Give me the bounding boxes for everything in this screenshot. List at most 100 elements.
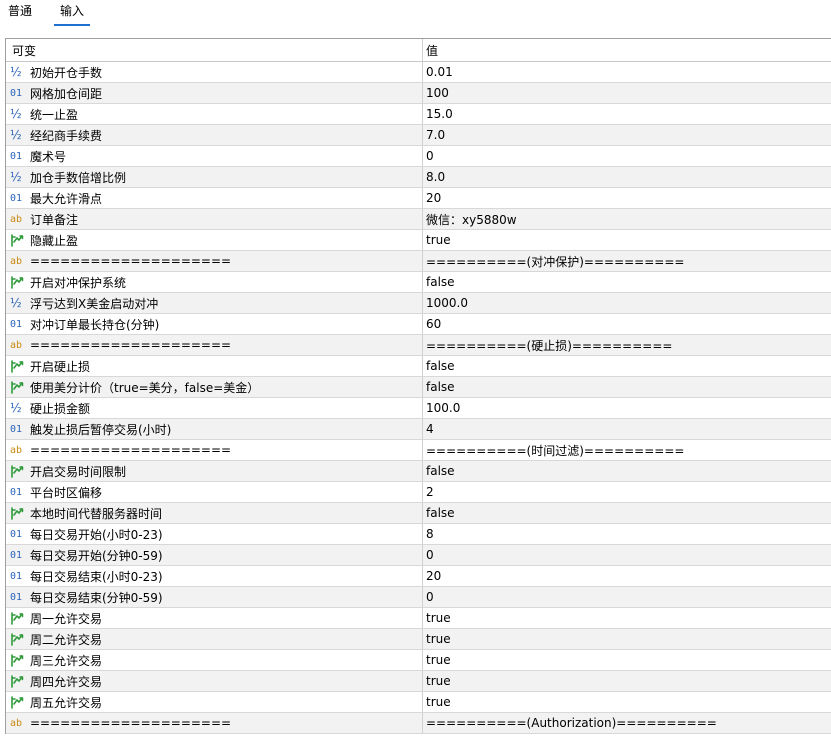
value-cell[interactable]: 4 bbox=[423, 419, 831, 439]
variable-cell: 01 每日交易结束(小时0-23) bbox=[6, 566, 423, 586]
value-cell[interactable]: true bbox=[423, 230, 831, 250]
value-cell[interactable]: 8 bbox=[423, 524, 831, 544]
variable-name: 周一允许交易 bbox=[30, 611, 103, 626]
table-row[interactable]: ab ==================== ==========(对冲保护)==… bbox=[6, 251, 831, 272]
value-cell[interactable]: 100.0 bbox=[423, 398, 831, 418]
variable-name: 周三允许交易 bbox=[30, 653, 103, 668]
variable-name: 浮亏达到X美金启动对冲 bbox=[30, 296, 159, 311]
table-row[interactable]: 01 平台时区偏移 2 bbox=[6, 482, 831, 503]
table-row[interactable]: ab ==================== ==========(Authori… bbox=[6, 713, 831, 734]
string-type-icon: ab bbox=[10, 717, 23, 729]
value-cell[interactable]: true bbox=[423, 692, 831, 712]
value-cell[interactable]: false bbox=[423, 461, 831, 481]
table-row[interactable]: 隐藏止盈 true bbox=[6, 230, 831, 251]
bool-type-icon bbox=[10, 653, 27, 667]
table-row[interactable]: ½ 加仓手数倍增比例 8.0 bbox=[6, 167, 831, 188]
value-cell[interactable]: false bbox=[423, 272, 831, 292]
value-cell[interactable]: true bbox=[423, 650, 831, 670]
table-row[interactable]: 01 魔术号 0 bbox=[6, 146, 831, 167]
table-row[interactable]: 01 对冲订单最长持仓(分钟) 60 bbox=[6, 314, 831, 335]
variable-cell: 开启交易时间限制 bbox=[6, 461, 423, 481]
value-cell[interactable]: 100 bbox=[423, 83, 831, 103]
table-row[interactable]: 周四允许交易 true bbox=[6, 671, 831, 692]
table-row[interactable]: 01 每日交易结束(小时0-23) 20 bbox=[6, 566, 831, 587]
table-row[interactable]: 01 每日交易开始(分钟0-59) 0 bbox=[6, 545, 831, 566]
table-row[interactable]: 本地时间代替服务器时间 false bbox=[6, 503, 831, 524]
variable-name: 订单备注 bbox=[30, 212, 79, 227]
string-type-icon: ab bbox=[10, 213, 23, 225]
value-cell[interactable]: 0 bbox=[423, 146, 831, 166]
string-type-icon: ab bbox=[10, 444, 23, 456]
tab-common[interactable]: 普通 bbox=[2, 0, 38, 24]
variable-name: 触发止损后暂停交易(小时) bbox=[30, 422, 172, 437]
variable-cell: ½ 经纪商手续费 bbox=[6, 125, 423, 145]
value-cell[interactable]: ==========(Authorization)========== bbox=[423, 713, 831, 733]
value-cell[interactable]: 7.0 bbox=[423, 125, 831, 145]
value-cell[interactable]: true bbox=[423, 629, 831, 649]
column-header-value[interactable]: 值 bbox=[423, 39, 831, 61]
variable-name: 魔术号 bbox=[30, 149, 67, 164]
table-row[interactable]: 开启硬止损 false bbox=[6, 356, 831, 377]
table-row[interactable]: 01 每日交易结束(分钟0-59) 0 bbox=[6, 587, 831, 608]
variable-cell: 周四允许交易 bbox=[6, 671, 423, 691]
inputs-table: 可变 值 ½ 初始开仓手数 0.01 01 网格加仓间距 100 ½ 统一止盈 15.0 ½ 经纪商… bbox=[5, 38, 831, 734]
table-row[interactable]: 01 网格加仓间距 100 bbox=[6, 83, 831, 104]
variable-name: 经纪商手续费 bbox=[30, 128, 103, 143]
table-row[interactable]: 01 每日交易开始(小时0-23) 8 bbox=[6, 524, 831, 545]
value-cell[interactable]: 15.0 bbox=[423, 104, 831, 124]
value-cell[interactable]: true bbox=[423, 671, 831, 691]
integer-type-icon: 01 bbox=[10, 150, 23, 162]
value-cell[interactable]: ==========(硬止损)========== bbox=[423, 335, 831, 355]
value-cell[interactable]: 2 bbox=[423, 482, 831, 502]
table-row[interactable]: ½ 初始开仓手数 0.01 bbox=[6, 62, 831, 83]
value-cell[interactable]: 60 bbox=[423, 314, 831, 334]
variable-cell: 周一允许交易 bbox=[6, 608, 423, 628]
bool-type-icon bbox=[10, 380, 27, 394]
table-row[interactable]: 01 最大允许滑点 20 bbox=[6, 188, 831, 209]
table-row[interactable]: ½ 硬止损金额 100.0 bbox=[6, 398, 831, 419]
column-header-variable[interactable]: 可变 bbox=[6, 39, 423, 61]
value-cell[interactable]: false bbox=[423, 503, 831, 523]
table-row[interactable]: 周一允许交易 true bbox=[6, 608, 831, 629]
table-row[interactable]: 周五允许交易 true bbox=[6, 692, 831, 713]
table-row[interactable]: ab ==================== ==========(时间过滤)==… bbox=[6, 440, 831, 461]
double-type-icon: ½ bbox=[10, 170, 22, 184]
bool-type-icon bbox=[10, 464, 27, 478]
table-row[interactable]: 01 触发止损后暂停交易(小时) 4 bbox=[6, 419, 831, 440]
variable-cell: 01 最大允许滑点 bbox=[6, 188, 423, 208]
value-cell[interactable]: 8.0 bbox=[423, 167, 831, 187]
variable-cell: 使用美分计价（true=美分，false=美金） bbox=[6, 377, 423, 397]
value-cell[interactable]: false bbox=[423, 356, 831, 376]
value-cell[interactable]: true bbox=[423, 608, 831, 628]
table-row[interactable]: 开启交易时间限制 false bbox=[6, 461, 831, 482]
value-cell[interactable]: false bbox=[423, 377, 831, 397]
tab-inputs[interactable]: 输入 bbox=[54, 0, 91, 26]
integer-type-icon: 01 bbox=[10, 486, 23, 498]
value-cell[interactable]: 微信：xy5880w bbox=[423, 209, 831, 229]
table-row[interactable]: 周三允许交易 true bbox=[6, 650, 831, 671]
table-row[interactable]: 周二允许交易 true bbox=[6, 629, 831, 650]
value-cell[interactable]: 1000.0 bbox=[423, 293, 831, 313]
table-row[interactable]: ½ 经纪商手续费 7.0 bbox=[6, 125, 831, 146]
double-type-icon: ½ bbox=[10, 65, 22, 79]
value-cell[interactable]: ==========(对冲保护)========== bbox=[423, 251, 831, 271]
integer-type-icon: 01 bbox=[10, 423, 23, 435]
table-row[interactable]: 开启对冲保护系统 false bbox=[6, 272, 831, 293]
variable-name: 初始开仓手数 bbox=[30, 65, 103, 80]
value-cell[interactable]: 0 bbox=[423, 545, 831, 565]
value-cell[interactable]: 20 bbox=[423, 566, 831, 586]
value-cell[interactable]: 20 bbox=[423, 188, 831, 208]
variable-cell: ½ 统一止盈 bbox=[6, 104, 423, 124]
table-row[interactable]: ½ 统一止盈 15.0 bbox=[6, 104, 831, 125]
value-cell[interactable]: 0 bbox=[423, 587, 831, 607]
variable-cell: ½ 初始开仓手数 bbox=[6, 62, 423, 82]
value-cell[interactable]: ==========(时间过滤)========== bbox=[423, 440, 831, 460]
variable-cell: ½ 加仓手数倍增比例 bbox=[6, 167, 423, 187]
variable-name: 对冲订单最长持仓(分钟) bbox=[30, 317, 160, 332]
value-cell[interactable]: 0.01 bbox=[423, 62, 831, 82]
table-row[interactable]: ab ==================== ==========(硬止损)===… bbox=[6, 335, 831, 356]
table-row[interactable]: ab 订单备注 微信：xy5880w bbox=[6, 209, 831, 230]
variable-cell: 01 每日交易开始(小时0-23) bbox=[6, 524, 423, 544]
table-row[interactable]: ½ 浮亏达到X美金启动对冲 1000.0 bbox=[6, 293, 831, 314]
table-row[interactable]: 使用美分计价（true=美分，false=美金） false bbox=[6, 377, 831, 398]
